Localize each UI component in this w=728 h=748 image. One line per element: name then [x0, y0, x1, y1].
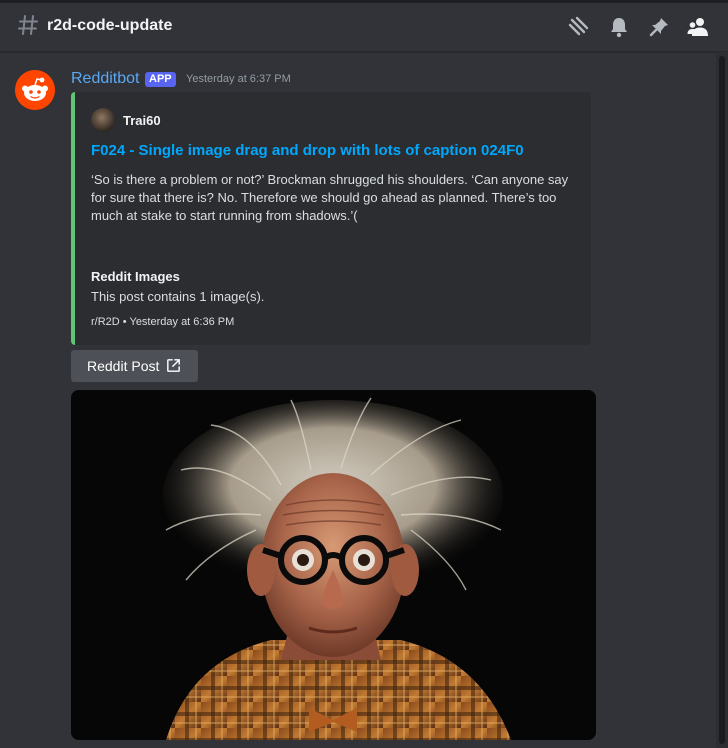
external-link-icon [167, 359, 180, 372]
embed-description: ‘So is there a problem or not?’ Brockman… [91, 172, 569, 223]
reddit-logo-icon[interactable] [15, 70, 55, 110]
hash-icon [18, 15, 38, 35]
message-author[interactable]: Redditbot [71, 70, 140, 88]
channel-header: r2d-code-update [0, 3, 728, 52]
embed-field-value: This post contains 1 image(s). [91, 289, 265, 304]
embed-author-name: Trai60 [123, 113, 161, 128]
app-badge: APP [145, 72, 176, 87]
reddit-post-button-label: Reddit Post [87, 358, 160, 374]
embed-footer: r/R2D • Yesterday at 6:36 PM [91, 316, 235, 328]
reddit-post-button[interactable]: Reddit Post [71, 350, 198, 382]
embed-field-name: Reddit Images [91, 269, 180, 284]
members-icon[interactable] [686, 15, 710, 39]
bell-icon[interactable] [607, 15, 631, 39]
reddit-embed: Trai60 F024 - Single image drag and drop… [71, 92, 591, 345]
pin-icon[interactable] [647, 15, 671, 39]
post-image[interactable] [71, 390, 596, 740]
embed-title-link[interactable]: F024 - Single image drag and drop with l… [91, 142, 524, 159]
scrollbar-thumb[interactable] [719, 56, 725, 744]
embed-author-avatar [91, 108, 115, 132]
channel-name: r2d-code-update [47, 17, 173, 34]
threads-icon[interactable] [566, 15, 590, 39]
portrait-image [71, 390, 596, 740]
message-timestamp[interactable]: Yesterday at 6:37 PM [186, 73, 291, 85]
